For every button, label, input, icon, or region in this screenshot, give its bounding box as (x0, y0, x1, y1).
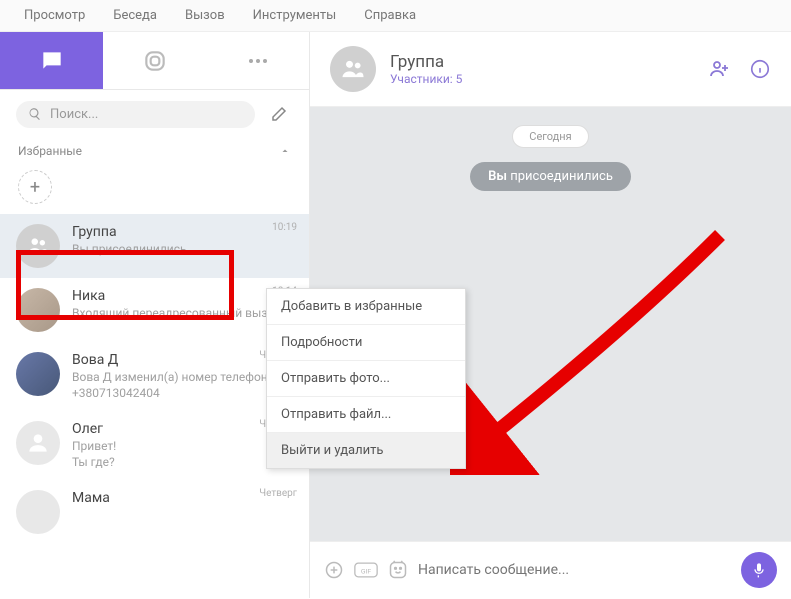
menubar: Просмотр Беседа Вызов Инструменты Справк… (0, 0, 791, 32)
search-placeholder: Поиск... (50, 107, 98, 122)
chevron-up-icon (279, 145, 291, 157)
status-pill: Вы присоединились (470, 162, 631, 191)
group-icon (339, 55, 367, 83)
chat-name: Группа (72, 224, 293, 240)
tab-more[interactable] (206, 32, 309, 89)
chat-time: 10:19 (272, 222, 297, 233)
context-menu: Добавить в избранные Подробности Отправи… (266, 288, 466, 469)
more-icon (249, 59, 267, 63)
rounded-square-icon (142, 48, 168, 74)
compose-button[interactable] (265, 100, 293, 128)
chat-header: Группа Участники: 5 (310, 32, 791, 107)
chat-item[interactable]: Ника Входящий переадресованный вызов 10:… (0, 278, 309, 342)
sticker-icon[interactable] (388, 560, 408, 580)
date-pill: Сегодня (512, 125, 588, 148)
avatar (16, 421, 60, 465)
chat-icon (39, 48, 65, 74)
sidebar: Поиск... Избранные + Группа Вы присоедин… (0, 32, 310, 598)
chat-item[interactable]: Мама Четверг (0, 480, 309, 544)
sidebar-tabs (0, 32, 309, 90)
favorites-header[interactable]: Избранные (0, 138, 309, 164)
avatar (16, 288, 60, 332)
person-icon (25, 430, 51, 456)
search-icon (28, 107, 42, 121)
chat-item[interactable]: Олег Привет! Ты где? Четверг (0, 411, 309, 480)
tab-chats[interactable] (0, 32, 103, 89)
menu-leave-delete[interactable]: Выйти и удалить (267, 433, 465, 468)
chat-preview: Вова Д изменил(а) номер телефона на +380… (72, 370, 293, 401)
add-person-icon[interactable] (707, 57, 731, 81)
menu-tools[interactable]: Инструменты (253, 8, 337, 23)
chat-preview: Привет! Ты где? (72, 439, 293, 470)
menu-details[interactable]: Подробности (267, 325, 465, 361)
menu-chat[interactable]: Беседа (113, 8, 157, 23)
chat-title: Группа (390, 52, 462, 72)
add-favorite-button[interactable]: + (18, 170, 52, 204)
menu-add-favorite[interactable]: Добавить в избранные (267, 289, 465, 325)
compose-icon (270, 105, 288, 123)
svg-text:GIF: GIF (361, 567, 372, 575)
chat-name: Ника (72, 288, 293, 304)
tab-public[interactable] (103, 32, 206, 89)
avatar (16, 490, 60, 534)
mic-button[interactable] (741, 552, 777, 588)
chat-subtitle[interactable]: Участники: 5 (390, 72, 462, 86)
composer: GIF (310, 541, 791, 598)
chat-item-group[interactable]: Группа Вы присоединились 10:19 (0, 214, 309, 278)
menu-send-photo[interactable]: Отправить фото... (267, 361, 465, 397)
gif-icon[interactable]: GIF (354, 561, 378, 579)
mic-icon (751, 562, 767, 578)
chat-list: Группа Вы присоединились 10:19 Ника Вход… (0, 214, 309, 598)
info-icon[interactable] (749, 58, 771, 80)
header-avatar (330, 46, 376, 92)
menu-help[interactable]: Справка (364, 8, 416, 23)
chat-time: Четверг (259, 488, 297, 499)
group-icon (25, 233, 51, 259)
favorites-label: Избранные (18, 144, 82, 158)
chat-preview: Входящий переадресованный вызов (72, 306, 293, 322)
menu-call[interactable]: Вызов (185, 8, 225, 23)
chat-item[interactable]: Вова Д Вова Д изменил(а) номер телефона … (0, 342, 309, 411)
search-input[interactable]: Поиск... (16, 101, 255, 128)
menu-send-file[interactable]: Отправить файл... (267, 397, 465, 433)
plus-icon[interactable] (324, 560, 344, 580)
avatar (16, 352, 60, 396)
chat-preview: Вы присоединились (72, 242, 293, 258)
avatar (16, 224, 60, 268)
message-input[interactable] (418, 562, 731, 578)
menu-view[interactable]: Просмотр (24, 8, 85, 23)
